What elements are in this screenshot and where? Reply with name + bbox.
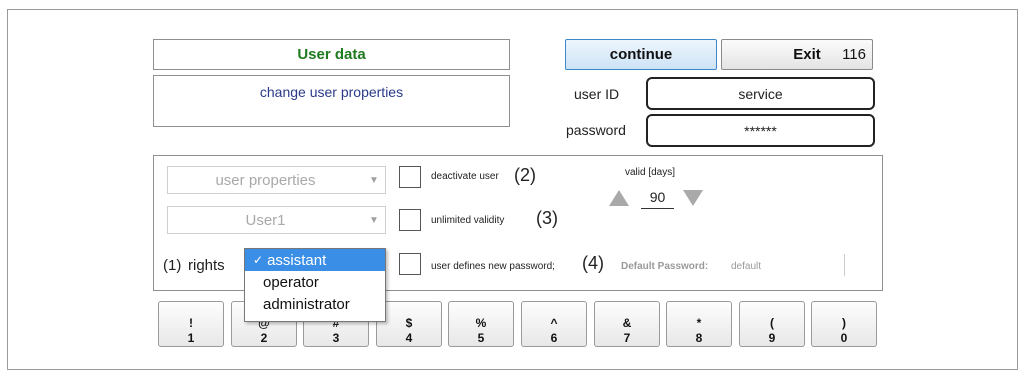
increment-arrow-icon[interactable] [609, 190, 629, 206]
keypad-key-symbol: % [475, 316, 487, 330]
keypad-key-5[interactable]: % 5 [448, 301, 514, 347]
user-select-value: User1 [245, 211, 286, 229]
userid-value: service [738, 85, 783, 102]
keypad-key-symbol: & [622, 316, 632, 330]
exit-label: Exit [793, 46, 821, 63]
rights-option-administrator[interactable]: administrator [245, 293, 385, 315]
keypad-key-symbol: ^ [550, 316, 558, 330]
keypad-key-digit: 1 [187, 331, 195, 345]
valid-days-value: 90 [649, 189, 666, 205]
unlimited-validity-label: unlimited validity [431, 215, 505, 226]
page-subtitle: change user properties [259, 84, 404, 100]
keypad-key-digit: 6 [550, 331, 558, 345]
keypad-key-digit: 2 [260, 331, 268, 345]
keypad-key-0[interactable]: ) 0 [811, 301, 877, 347]
keypad-key-digit: 3 [332, 331, 340, 345]
keypad-key-digit: 8 [695, 331, 703, 345]
keypad-key-symbol: ) [842, 316, 846, 330]
keypad-key-7[interactable]: & 7 [594, 301, 660, 347]
userid-field[interactable]: service [646, 77, 875, 110]
continue-label: continue [609, 46, 673, 63]
rights-option-label: administrator [263, 295, 350, 313]
password-label: password [566, 122, 626, 138]
keypad-key-digit: 5 [477, 331, 485, 345]
keypad-key-symbol: ! [189, 316, 193, 330]
continue-button[interactable]: continue [565, 39, 717, 70]
keypad-key-symbol: * [696, 316, 702, 330]
page-title: User data [297, 46, 366, 63]
keypad-key-9[interactable]: (9 [739, 301, 805, 347]
keypad-key-1[interactable]: ! 1 [158, 301, 224, 347]
property-select[interactable]: user properties ▼ [167, 166, 386, 194]
rights-option-operator[interactable]: operator [245, 271, 385, 293]
subtitle-panel: change user properties [153, 75, 510, 127]
chevron-down-icon: ▼ [369, 214, 379, 226]
keypad-key-digit: 7 [623, 331, 631, 345]
rights-option-label: assistant [267, 251, 327, 269]
title-panel: User data [153, 39, 510, 70]
password-value: ****** [744, 122, 777, 139]
deactivate-user-checkbox[interactable] [399, 166, 421, 188]
deactivate-user-label: deactivate user [431, 171, 499, 182]
property-select-value: user properties [215, 171, 316, 189]
rights-option-label: operator [263, 273, 319, 291]
unlimited-validity-checkbox[interactable] [399, 209, 421, 231]
keypad-key-digit: 9 [768, 331, 776, 345]
exit-number: 116 [842, 46, 866, 63]
keypad-key-digit: 4 [405, 331, 413, 345]
decrement-arrow-icon[interactable] [683, 190, 703, 206]
user-select[interactable]: User1 ▼ [167, 206, 386, 234]
rights-callout: (1) [163, 257, 182, 274]
default-password-value: default [731, 261, 762, 272]
keypad-key-symbol: ( [770, 316, 774, 330]
keypad-key-8[interactable]: * 8 [666, 301, 732, 347]
userid-label: user ID [574, 86, 620, 102]
keypad-key-digit: 0 [840, 331, 848, 345]
chevron-down-icon: ▼ [369, 174, 379, 186]
deactivate-callout: (2) [514, 165, 536, 185]
valid-days-label: valid [days] [625, 167, 676, 178]
rights-label: rights [188, 257, 225, 274]
new-password-label: user defines new password; [431, 261, 555, 272]
keypad-key-6[interactable]: ^ 6 [521, 301, 587, 347]
unlimited-callout: (3) [536, 208, 558, 228]
password-field[interactable]: ****** [646, 114, 875, 147]
keypad-key-symbol: $ [405, 316, 413, 330]
check-icon: ✓ [253, 253, 264, 267]
rights-dropdown[interactable]: ✓ assistant operator administrator [244, 248, 386, 322]
valid-days-field[interactable]: 90 [641, 186, 674, 209]
new-password-callout: (4) [582, 253, 604, 273]
new-password-checkbox[interactable] [399, 253, 421, 275]
exit-button[interactable]: Exit 116 [721, 39, 873, 70]
rights-option-assistant[interactable]: ✓ assistant [245, 249, 385, 271]
default-password-label: Default Password: [621, 261, 709, 272]
divider [844, 254, 845, 276]
